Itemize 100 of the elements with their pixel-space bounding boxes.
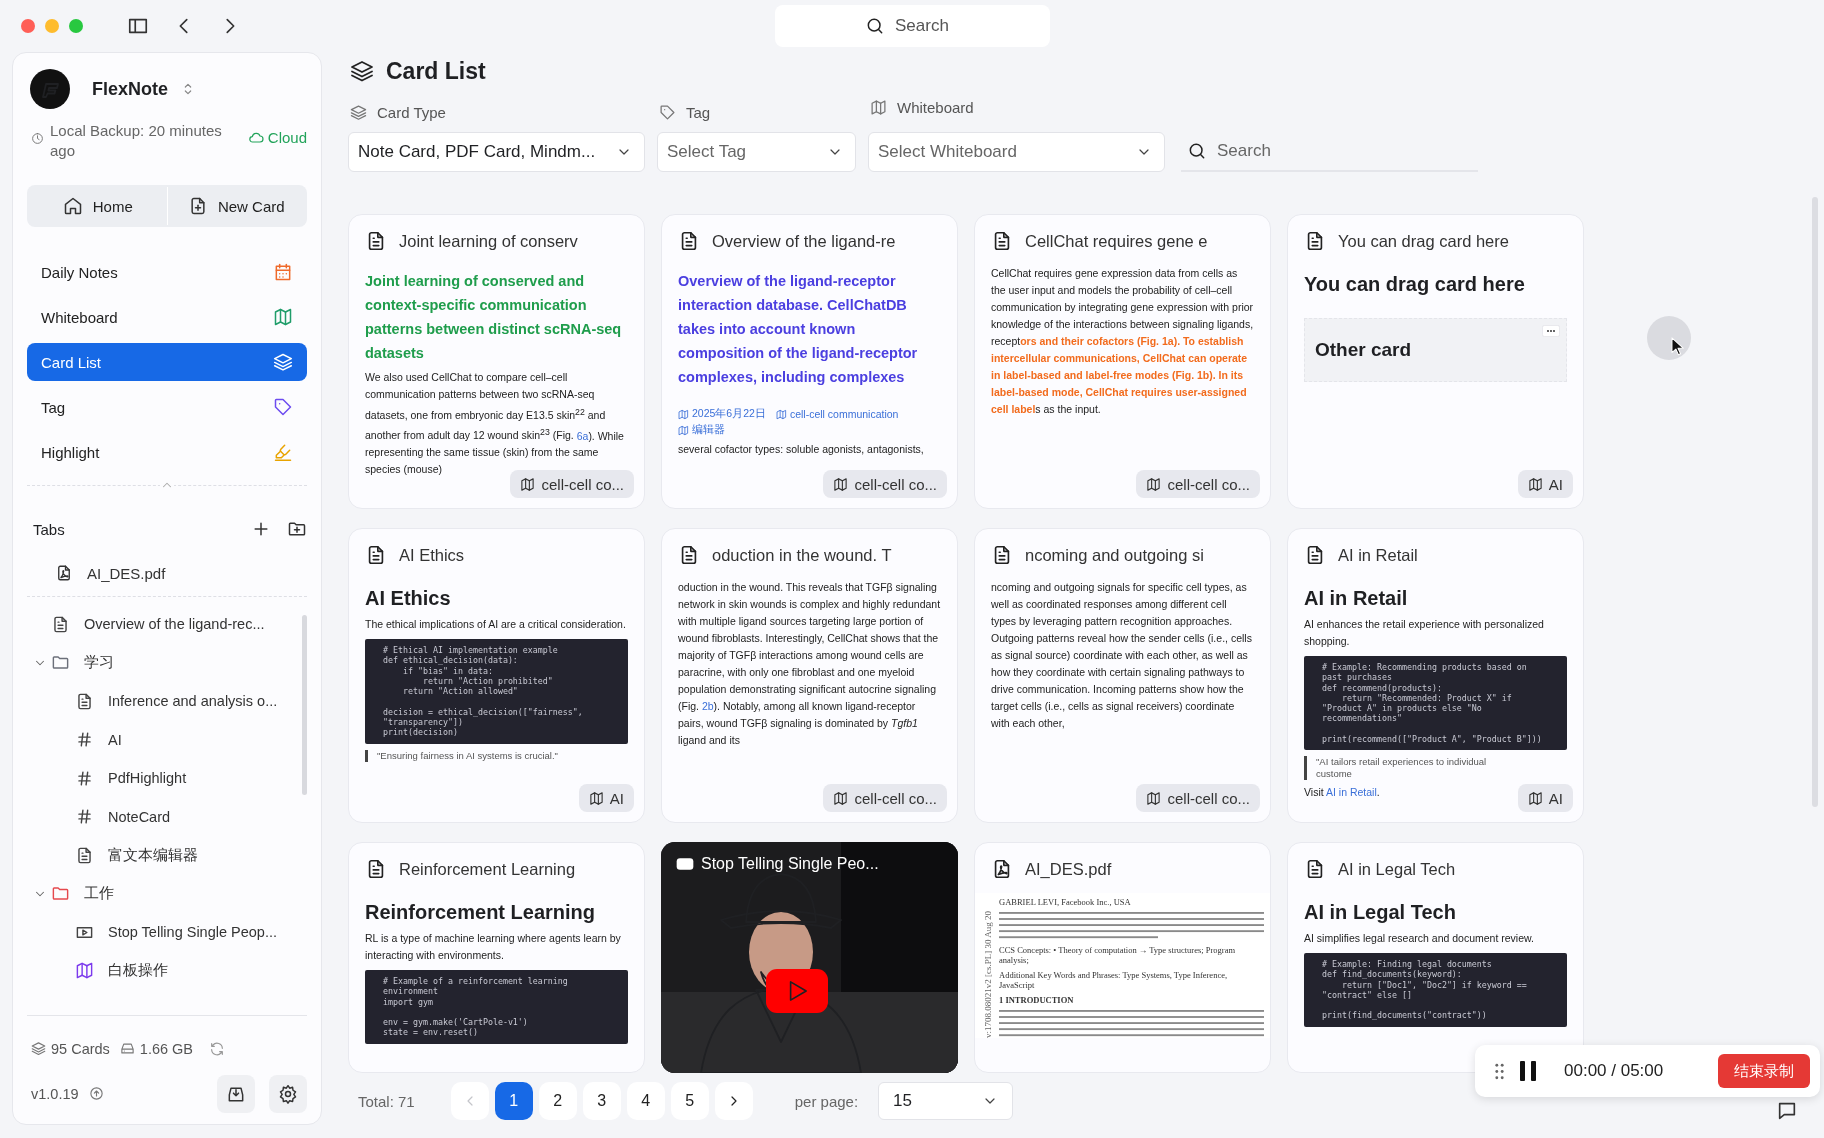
- video-title[interactable]: Stop Telling Single Peo...: [675, 854, 879, 874]
- whiteboard-tag[interactable]: cell-cell co...: [1136, 784, 1260, 812]
- card-title: Overview of the ligand-re: [712, 231, 896, 251]
- nav-item[interactable]: Highlight: [27, 433, 307, 471]
- whiteboard-tag[interactable]: cell-cell co...: [1136, 470, 1260, 498]
- scrollbar-thumb[interactable]: [1812, 197, 1818, 807]
- page-button[interactable]: 1: [494, 1082, 533, 1120]
- pdf-text: GABRIEL LEVI, Facebook Inc., USA: [999, 897, 1132, 907]
- pdf-icon: [55, 564, 73, 582]
- nav-item[interactable]: Card List: [27, 343, 307, 381]
- note-card[interactable]: [661, 214, 958, 509]
- video-card[interactable]: Stop Telling Single Peo...: [661, 842, 958, 1073]
- hash-icon: [75, 730, 94, 750]
- search-field[interactable]: Search: [1181, 132, 1478, 172]
- tree-label: PdfHighlight: [108, 770, 187, 787]
- card-heading: Joint learning of conserved and context-specific communication patterns between distinct scRNA-seq datasets: [365, 272, 623, 363]
- nav-item[interactable]: Whiteboard: [27, 298, 307, 336]
- map-icon: [1527, 476, 1543, 492]
- tree-label: NoteCard: [108, 808, 171, 825]
- note-card[interactable]: [974, 214, 1271, 509]
- tree-label: Inference and analysis o...: [108, 693, 278, 710]
- import-button[interactable]: [217, 1074, 255, 1113]
- tag-icon: [273, 397, 293, 417]
- tree-item[interactable]: NoteCard: [27, 797, 295, 836]
- nav-item[interactable]: Tag: [27, 388, 307, 426]
- close-window-button[interactable]: [21, 19, 35, 33]
- tree-item[interactable]: 白板操作: [27, 951, 295, 990]
- nav-item[interactable]: Daily Notes: [27, 253, 307, 291]
- tree-label: 学习: [84, 653, 114, 673]
- card-heading: Reinforcement Learning: [365, 901, 597, 924]
- search-icon: [1187, 141, 1207, 161]
- page-button[interactable]: 3: [582, 1082, 621, 1120]
- settings-button[interactable]: [269, 1074, 307, 1113]
- stop-recording-button[interactable]: 结束录制: [1718, 1054, 1810, 1088]
- search-field[interactable]: Search: [775, 5, 1050, 47]
- link[interactable]: 6a: [576, 429, 589, 441]
- note-card[interactable]: [348, 214, 645, 509]
- tree-item[interactable]: Inference and analysis o...: [27, 682, 295, 721]
- scrollbar-thumb[interactable]: [302, 615, 307, 795]
- note-card[interactable]: [348, 528, 645, 823]
- search-icon: [865, 16, 885, 36]
- map-icon: [678, 424, 689, 436]
- page-button[interactable]: 5: [670, 1082, 709, 1120]
- drive-icon: [119, 1041, 135, 1056]
- tag-icon: [659, 103, 676, 121]
- tree-item[interactable]: PdfHighlight: [27, 759, 295, 798]
- note-card[interactable]: [661, 528, 958, 823]
- whiteboard-tag[interactable]: cell-cell co...: [823, 470, 947, 498]
- version-label: v1.0.19: [31, 1085, 79, 1102]
- map-icon: [833, 790, 849, 806]
- tree-item[interactable]: 富文本编辑器: [27, 836, 295, 875]
- whiteboard-tag[interactable]: AI: [1517, 470, 1573, 498]
- page-button[interactable]: 4: [626, 1082, 665, 1120]
- link[interactable]: AI in Retail: [1326, 786, 1377, 799]
- whiteboard-tag[interactable]: AI: [1517, 784, 1573, 812]
- whiteboard-tag[interactable]: cell-cell co...: [823, 784, 947, 812]
- tree-item[interactable]: Overview of the ligand-rec...: [27, 605, 295, 644]
- home-icon: [62, 196, 83, 216]
- pdf-text: Additional Key Words and Phrases: Type Systems, Type Inference, JavaScript: [999, 970, 1229, 990]
- cursor-highlight: [1647, 316, 1691, 360]
- layers-icon: [350, 59, 374, 83]
- card-text: ncoming and outgoing signals for specific cell types, as well as coordinated responses among different cell types by leveraging pattern recognition approaches. Outgoing patterns reveal how the sender cells (i.e., cells as signal source) coordinate with each other, as well as how they coordinate with certain signaling pathways to drive communication. Incoming patterns show how the target cells (i.e., cells as signal receivers) coordinate with each other,: [991, 580, 1253, 731]
- play-button[interactable]: [766, 969, 828, 1013]
- open-tab[interactable]: AI_DES.pdf: [27, 558, 307, 597]
- tree-item[interactable]: AI: [27, 720, 295, 759]
- filter-select[interactable]: Select Whiteboard: [868, 132, 1165, 172]
- document-icon: [51, 614, 70, 634]
- note-card[interactable]: You can drag card here You can drag card here Other card AI: [1287, 214, 1584, 509]
- whiteboard-tag[interactable]: cell-cell co...: [510, 470, 634, 498]
- filter-select[interactable]: Select Tag: [657, 132, 856, 172]
- note-card[interactable]: [1287, 528, 1584, 823]
- more-icon[interactable]: [1542, 325, 1560, 337]
- card-text: AI enhances the retail experience with personalized shopping.: [1304, 617, 1545, 649]
- note-card[interactable]: [348, 842, 645, 1073]
- drag-handle-icon[interactable]: [1495, 1062, 1504, 1080]
- meta-tag[interactable]: cell-cell communication: [775, 407, 899, 421]
- tree-item[interactable]: 学习: [27, 643, 295, 682]
- chat-icon[interactable]: [1776, 1100, 1798, 1122]
- meta-tag[interactable]: 编辑器: [678, 423, 725, 437]
- whiteboard-tag[interactable]: AI: [578, 784, 634, 812]
- meta-tag[interactable]: 2025年6月22日: [678, 407, 766, 421]
- new-folder-icon[interactable]: [287, 519, 307, 539]
- pdf-margin-text: v:1708.08021v2 [cs.PL] 30 Aug 20: [983, 910, 993, 1038]
- page-button[interactable]: 2: [538, 1082, 577, 1120]
- document-icon: [75, 845, 94, 865]
- card-count: 95 Cards: [31, 1040, 110, 1057]
- tree-item[interactable]: Stop Telling Single Peop...: [27, 913, 295, 952]
- per-page-select[interactable]: 15: [878, 1082, 1014, 1120]
- tree-item[interactable]: 工作: [27, 874, 295, 913]
- highlighter-icon: [273, 442, 293, 462]
- filter-select[interactable]: Note Card, PDF Card, Mindm...: [348, 132, 645, 172]
- link[interactable]: 2b: [701, 700, 714, 712]
- upgrade-icon[interactable]: [88, 1086, 104, 1101]
- recording-time: 00:00 / 05:00: [1564, 1061, 1665, 1081]
- quote: "AI tailors retail experiences to individual custome: [1304, 756, 1516, 781]
- embedded-card[interactable]: Other card: [1304, 318, 1567, 382]
- document-icon: [75, 691, 94, 711]
- refresh-icon[interactable]: [209, 1040, 226, 1057]
- pause-icon[interactable]: [1518, 1059, 1538, 1083]
- note-card[interactable]: [974, 528, 1271, 823]
